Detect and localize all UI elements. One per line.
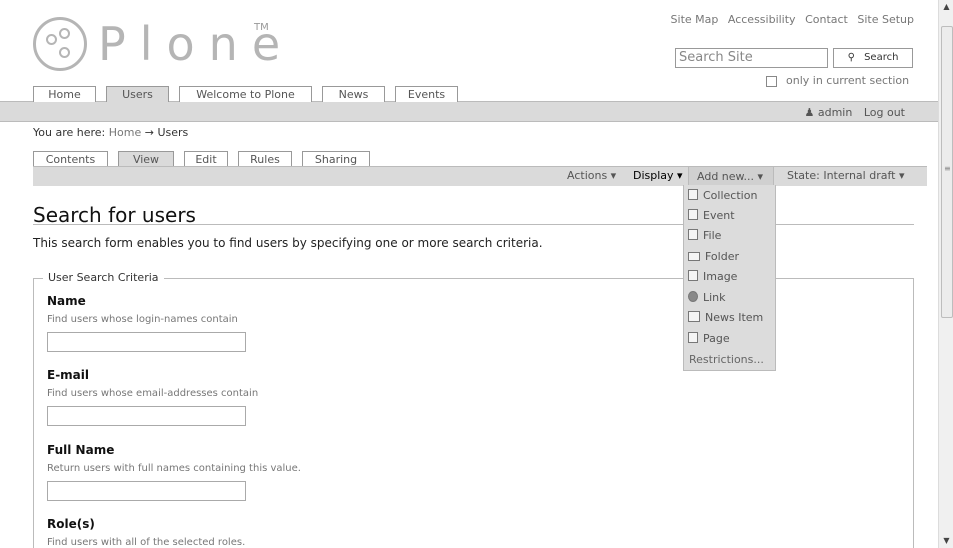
image-icon xyxy=(688,270,698,281)
tab-edit[interactable]: Edit xyxy=(184,151,228,167)
scroll-up-icon[interactable]: ▲ xyxy=(939,0,953,14)
tab-rules[interactable]: Rules xyxy=(238,151,292,167)
display-menu[interactable]: Display ▾ xyxy=(633,169,683,182)
tab-users[interactable]: Users xyxy=(106,86,169,102)
site-map-link[interactable]: Site Map xyxy=(671,13,719,26)
tab-home[interactable]: Home xyxy=(33,86,96,102)
full-name-label: Full Name xyxy=(47,443,115,457)
add-new-menu[interactable]: Add new... ▾ xyxy=(688,166,774,186)
user-icon: ♟ xyxy=(804,106,815,119)
email-label: E-mail xyxy=(47,368,90,382)
folder-icon xyxy=(688,252,700,261)
logout-link[interactable]: Log out xyxy=(864,106,905,119)
menu-item-collection[interactable]: Collection xyxy=(688,189,757,202)
menu-item-restrictions[interactable]: Restrictions... xyxy=(689,353,764,366)
breadcrumb-current: Users xyxy=(157,126,189,139)
add-new-dropdown: Collection Event File Folder Image Link … xyxy=(683,185,776,371)
contact-link[interactable]: Contact xyxy=(805,13,848,26)
link-icon xyxy=(688,291,698,302)
name-help: Find users whose login-names contain xyxy=(47,314,238,325)
page-icon xyxy=(688,332,698,343)
menu-item-image[interactable]: Image xyxy=(688,270,737,283)
actions-menu[interactable]: Actions ▾ xyxy=(567,169,616,182)
email-input[interactable] xyxy=(47,406,246,426)
roles-help: Find users with all of the selected role… xyxy=(47,537,246,548)
current-section-checkbox[interactable] xyxy=(766,76,777,87)
plone-logo-icon[interactable] xyxy=(33,17,87,71)
fieldset-legend: User Search Criteria xyxy=(43,271,164,284)
search-button[interactable]: ⚲ Search xyxy=(833,48,913,68)
search-button-label: Search xyxy=(864,52,899,63)
scroll-down-icon[interactable]: ▼ xyxy=(939,534,953,548)
logo-trademark: TM xyxy=(254,22,269,33)
full-name-help: Return users with full names containing … xyxy=(47,463,301,474)
site-setup-link[interactable]: Site Setup xyxy=(857,13,914,26)
full-name-input[interactable] xyxy=(47,481,246,501)
current-section-label: only in current section xyxy=(786,74,910,87)
site-actions: Site Map Accessibility Contact Site Setu… xyxy=(665,13,914,26)
collection-icon xyxy=(688,189,698,200)
state-menu[interactable]: State: Internal draft ▾ xyxy=(787,169,904,182)
tab-view[interactable]: View xyxy=(118,151,174,167)
roles-label: Role(s) xyxy=(47,517,95,531)
tab-news[interactable]: News xyxy=(322,86,385,102)
menu-item-folder[interactable]: Folder xyxy=(688,250,739,263)
menu-item-page[interactable]: Page xyxy=(688,332,730,345)
scrollbar-thumb[interactable]: ≡ xyxy=(941,26,953,318)
page-description: This search form enables you to find use… xyxy=(33,236,543,250)
menu-item-link[interactable]: Link xyxy=(688,291,726,304)
breadcrumb: You are here: Home → Users xyxy=(33,126,188,139)
page: Plone TM Site Map Accessibility Contact … xyxy=(0,0,938,548)
breadcrumb-prefix: You are here: xyxy=(33,126,106,139)
vertical-scrollbar[interactable]: ▲ ≡ ▼ xyxy=(938,0,953,548)
accessibility-link[interactable]: Accessibility xyxy=(728,13,796,26)
menu-item-file[interactable]: File xyxy=(688,229,721,242)
portal-tabs-bar xyxy=(0,101,938,122)
tab-contents[interactable]: Contents xyxy=(33,151,108,167)
menu-item-news-item[interactable]: News Item xyxy=(688,311,763,324)
tab-events[interactable]: Events xyxy=(395,86,458,102)
breadcrumb-arrow: → xyxy=(144,126,154,139)
grip-icon: ≡ xyxy=(944,164,951,173)
title-divider xyxy=(33,224,914,225)
tab-welcome-to-plone[interactable]: Welcome to Plone xyxy=(179,86,312,102)
name-input[interactable] xyxy=(47,332,246,352)
tab-sharing[interactable]: Sharing xyxy=(302,151,370,167)
event-icon xyxy=(688,209,698,220)
user-name-link[interactable]: admin xyxy=(818,106,852,119)
news-item-icon xyxy=(688,311,700,322)
search-icon: ⚲ xyxy=(847,52,855,63)
file-icon xyxy=(688,229,698,240)
search-input[interactable]: Search Site xyxy=(675,48,828,68)
email-help: Find users whose email-addresses contain xyxy=(47,388,259,399)
menu-item-event[interactable]: Event xyxy=(688,209,735,222)
name-label: Name xyxy=(47,294,86,308)
user-actions: ♟ admin Log out xyxy=(804,106,905,119)
breadcrumb-home[interactable]: Home xyxy=(109,126,141,139)
